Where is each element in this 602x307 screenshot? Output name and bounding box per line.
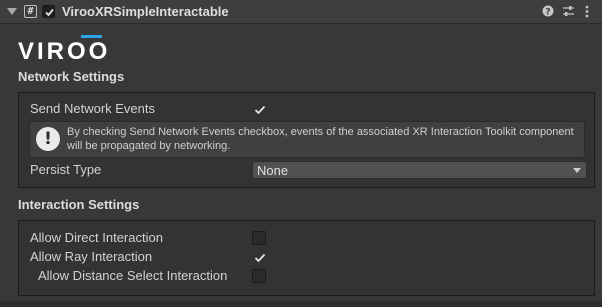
send-network-events-label: Send Network Events [30, 101, 156, 116]
chevron-down-icon [573, 168, 581, 173]
svg-text:?: ? [545, 8, 550, 18]
kebab-menu-icon[interactable] [585, 5, 589, 18]
check-icon [254, 105, 266, 115]
script-icon: # [24, 5, 37, 18]
allow-direct-interaction-label: Allow Direct Interaction [30, 230, 163, 245]
allow-distance-select-interaction-checkbox[interactable] [252, 269, 266, 283]
send-network-events-checkbox[interactable] [252, 102, 266, 116]
help-text: By checking Send Network Events checkbox… [67, 126, 574, 152]
component-header: # VirooXRSimpleInteractable ? [0, 0, 602, 24]
allow-distance-select-interaction-label: Allow Distance Select Interaction [38, 268, 228, 283]
warning-icon: ! [36, 127, 60, 151]
persist-type-label: Persist Type [30, 162, 102, 177]
foldout-arrow-icon[interactable] [7, 8, 17, 15]
component-enabled-checkbox[interactable] [42, 5, 55, 18]
help-box: ! By checking Send Network Events checkb… [29, 121, 585, 158]
network-settings-title: Network Settings [18, 69, 125, 84]
allow-ray-interaction-checkbox[interactable] [252, 250, 266, 264]
component-title: VirooXRSimpleInteractable [62, 4, 229, 19]
preset-sliders-icon[interactable] [562, 5, 575, 17]
check-icon [45, 8, 54, 17]
viroo-logo: VIROO [18, 38, 111, 65]
check-icon [254, 253, 266, 263]
persist-type-value: None [257, 163, 289, 178]
inspector-divider [0, 301, 602, 307]
interaction-settings-title: Interaction Settings [18, 197, 140, 212]
help-icon[interactable]: ? [542, 5, 554, 17]
allow-direct-interaction-checkbox[interactable] [252, 231, 266, 245]
allow-ray-interaction-label: Allow Ray Interaction [30, 249, 153, 264]
persist-type-dropdown[interactable]: None [252, 161, 587, 179]
